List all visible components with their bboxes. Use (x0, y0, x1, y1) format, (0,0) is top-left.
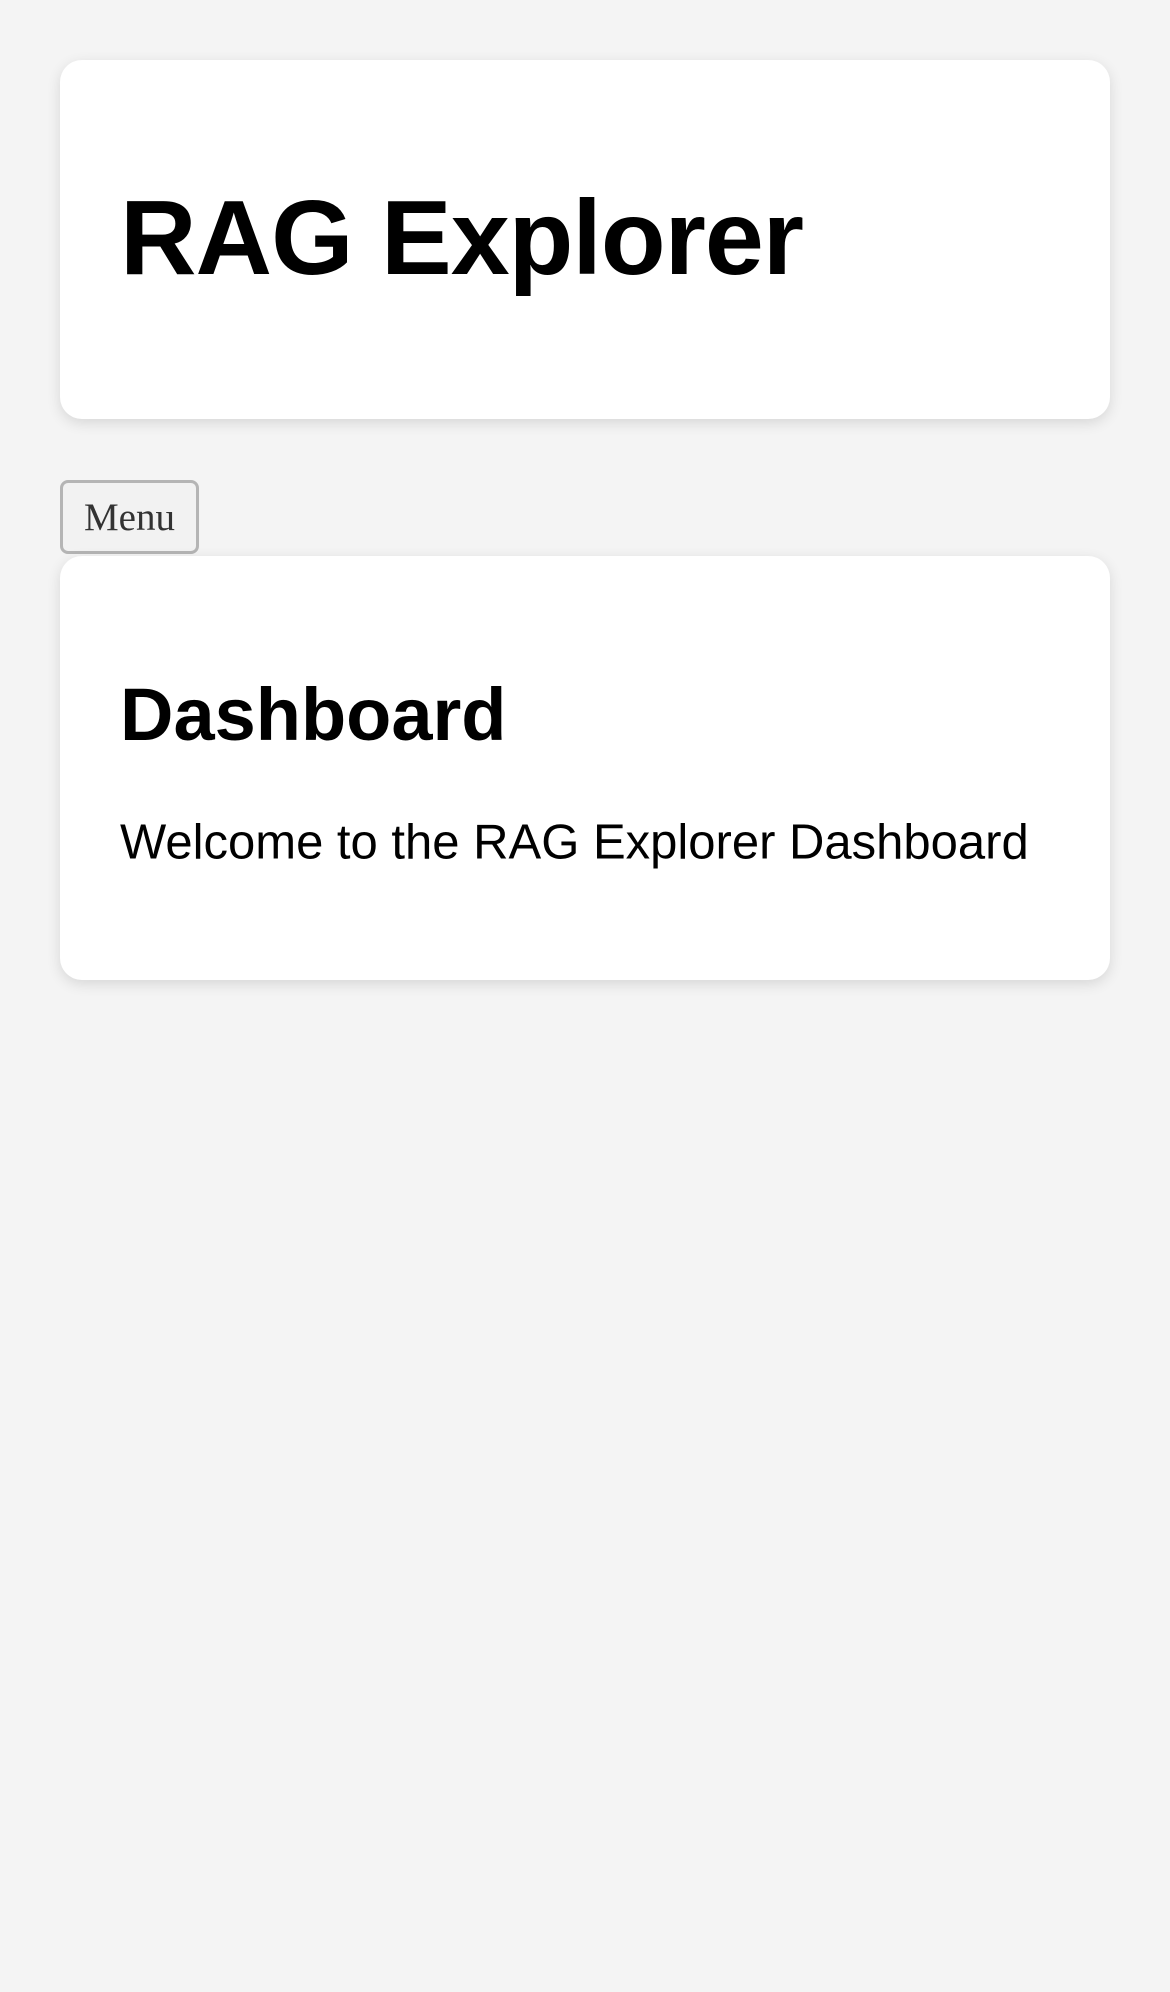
page-title: Dashboard (120, 673, 507, 756)
welcome-message: Welcome to the RAG Explorer Dashboard (120, 815, 1029, 870)
app-title: RAG Explorer (120, 179, 804, 297)
header-card: RAG Explorer (60, 60, 1110, 419)
dashboard-card: Dashboard Welcome to the RAG Explorer Da… (60, 556, 1110, 980)
menu-button[interactable]: Menu (60, 480, 199, 554)
